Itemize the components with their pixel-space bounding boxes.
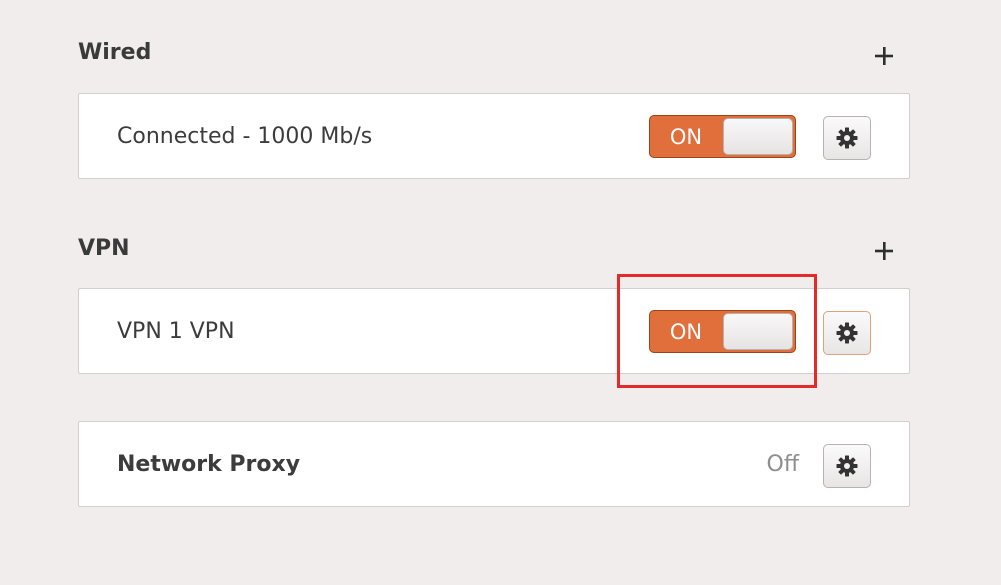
plus-icon [875, 242, 893, 260]
wired-toggle-switch[interactable]: ON [649, 115, 796, 158]
plus-icon [875, 47, 893, 65]
network-proxy-status: Off [766, 451, 799, 477]
add-vpn-button[interactable] [868, 235, 900, 267]
vpn-toggle-switch[interactable]: ON [649, 310, 796, 353]
wired-settings-button[interactable] [823, 116, 871, 160]
wired-connection-label: Connected - 1000 Mb/s [117, 123, 373, 149]
wired-connection-row: Connected - 1000 Mb/s ON [78, 93, 910, 179]
wired-toggle-label: ON [669, 124, 703, 149]
network-proxy-settings-button[interactable] [823, 444, 871, 488]
vpn-connection-row: VPN 1 VPN ON [78, 288, 910, 374]
vpn-toggle-label: ON [669, 319, 703, 344]
wired-toggle-knob [723, 118, 793, 155]
gear-icon [836, 322, 858, 344]
vpn-section-title: VPN [78, 236, 130, 261]
vpn-connection-label: VPN 1 VPN [117, 318, 235, 344]
gear-icon [836, 127, 858, 149]
add-wired-button[interactable] [868, 40, 900, 72]
gear-icon [836, 455, 858, 477]
network-proxy-row: Network Proxy Off [78, 421, 910, 507]
wired-section-title: Wired [78, 40, 152, 65]
vpn-toggle-knob [723, 313, 793, 350]
network-proxy-label: Network Proxy [117, 451, 301, 477]
vpn-settings-button[interactable] [823, 311, 871, 355]
